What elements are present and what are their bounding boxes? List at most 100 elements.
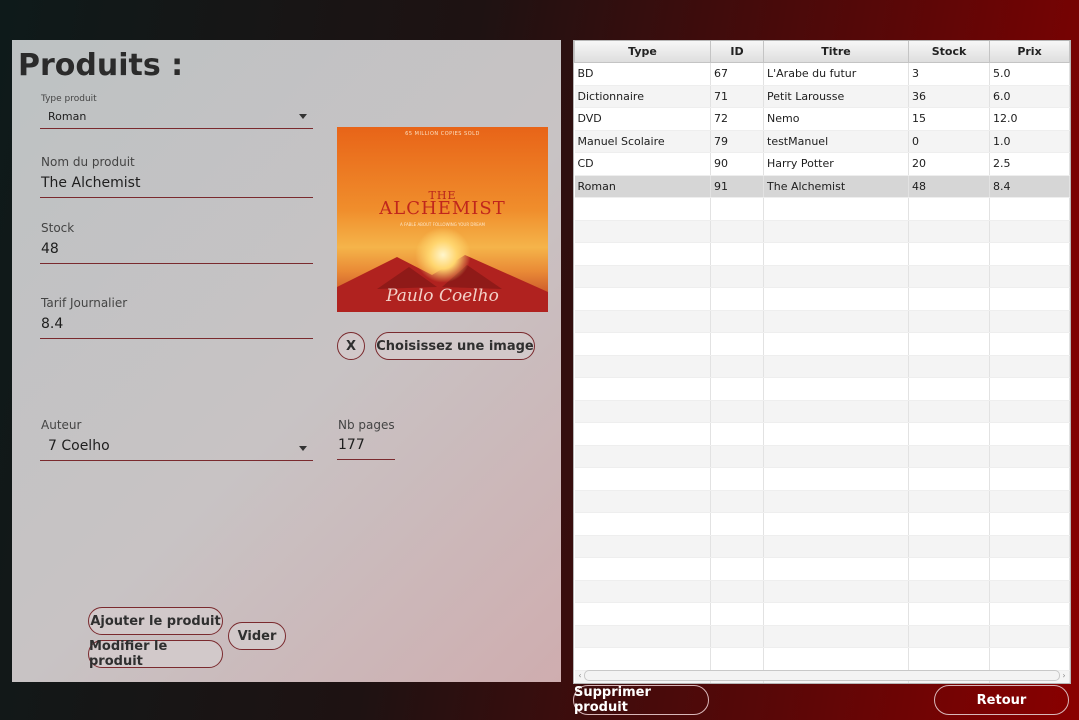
table-cell: 15 xyxy=(908,107,990,131)
table-cell: 0 xyxy=(908,130,990,153)
table-cell xyxy=(574,445,711,468)
table-cell xyxy=(710,467,764,491)
column-header-id[interactable]: ID xyxy=(710,41,764,63)
table-cell xyxy=(710,490,764,513)
type-label: Type produit xyxy=(41,94,97,104)
add-product-button[interactable]: Ajouter le produit xyxy=(88,607,223,635)
table-cell xyxy=(989,220,1070,243)
table-cell: 67 xyxy=(710,62,764,86)
table-cell: 2.5 xyxy=(989,152,1070,176)
column-header-prix[interactable]: Prix xyxy=(989,41,1070,63)
table-cell xyxy=(908,422,990,446)
table-cell xyxy=(574,625,711,648)
delete-product-button[interactable]: Supprimer produit xyxy=(573,685,709,715)
cover-title-text: ALCHEMIST xyxy=(379,198,506,219)
stock-value: 48 xyxy=(41,241,59,257)
table-cell xyxy=(908,400,990,423)
table-row[interactable]: Manuel Scolaire 79 testManuel 0 1.0 xyxy=(574,130,1070,153)
back-button[interactable]: Retour xyxy=(934,685,1069,715)
table-cell xyxy=(710,647,764,671)
table-cell xyxy=(908,332,990,356)
tarif-field[interactable]: 8.4 xyxy=(40,311,313,339)
table-cell xyxy=(710,287,764,311)
name-label: Nom du produit xyxy=(41,155,135,169)
table-cell xyxy=(710,377,764,401)
table-cell xyxy=(763,310,909,333)
table-cell xyxy=(574,400,711,423)
table-cell: 3 xyxy=(908,62,990,86)
table-cell xyxy=(710,557,764,581)
table-row-empty xyxy=(574,287,1070,311)
table-row[interactable]: BD 67 L'Arabe du futur 3 5.0 xyxy=(574,62,1070,86)
table-cell xyxy=(574,422,711,446)
table-cell xyxy=(989,377,1070,401)
table-cell xyxy=(574,310,711,333)
clear-image-button[interactable]: X xyxy=(337,332,365,360)
type-value: Roman xyxy=(48,110,87,123)
table-cell xyxy=(908,602,990,626)
table-cell xyxy=(763,535,909,558)
table-row[interactable]: Dictionnaire 71 Petit Larousse 36 6.0 xyxy=(574,85,1070,108)
table-cell: 36 xyxy=(908,85,990,108)
table-cell: testManuel xyxy=(763,130,909,153)
table-cell xyxy=(574,220,711,243)
table-body: BD 67 L'Arabe du futur 3 5.0 Dictionnaire 71 Pe… xyxy=(574,62,1070,683)
table-cell xyxy=(574,467,711,491)
table-cell xyxy=(908,467,990,491)
table-cell xyxy=(763,602,909,626)
products-table[interactable]: Type ID Titre Stock Prix BD 67 L'Arabe du … xyxy=(573,40,1071,684)
modify-product-button[interactable]: Modifier le produit xyxy=(88,639,223,669)
table-row[interactable]: CD 90 Harry Potter 20 2.5 xyxy=(574,152,1070,176)
stock-field[interactable]: 48 xyxy=(40,236,313,264)
table-cell: Nemo xyxy=(763,107,909,131)
table-cell xyxy=(763,242,909,266)
table-row-empty xyxy=(574,625,1070,648)
table-cell xyxy=(574,242,711,266)
table-cell xyxy=(989,445,1070,468)
table-cell: The Alchemist xyxy=(763,175,909,198)
table-cell xyxy=(989,242,1070,266)
table-cell xyxy=(710,602,764,626)
table-cell: Dictionnaire xyxy=(574,85,711,108)
table-cell: L'Arabe du futur xyxy=(763,62,909,86)
scroll-left-icon[interactable]: ‹ xyxy=(576,671,584,681)
table-cell xyxy=(763,467,909,491)
table-cell xyxy=(574,490,711,513)
table-cell xyxy=(908,265,990,288)
table-cell xyxy=(908,242,990,266)
table-cell xyxy=(574,265,711,288)
table-cell xyxy=(763,197,909,221)
auteur-select[interactable]: 7 Coelho xyxy=(40,433,313,461)
table-cell: 91 xyxy=(710,175,764,198)
chevron-down-icon xyxy=(299,114,307,119)
table-row[interactable]: Roman 91 The Alchemist 48 8.4 xyxy=(574,175,1070,198)
table-cell xyxy=(763,265,909,288)
table-cell xyxy=(710,535,764,558)
horizontal-scrollbar[interactable] xyxy=(584,670,1060,681)
table-cell xyxy=(710,445,764,468)
table-row-empty xyxy=(574,512,1070,536)
table-cell: 8.4 xyxy=(989,175,1070,198)
choose-image-button[interactable]: Choisissez une image xyxy=(375,332,535,360)
table-cell xyxy=(908,512,990,536)
scroll-right-icon[interactable]: › xyxy=(1060,671,1068,681)
stock-label: Stock xyxy=(41,221,75,235)
column-header-type[interactable]: Type xyxy=(574,41,711,63)
table-cell xyxy=(989,400,1070,423)
column-header-stock[interactable]: Stock xyxy=(908,41,990,63)
table-row-empty xyxy=(574,377,1070,401)
name-field[interactable]: The Alchemist xyxy=(40,170,313,198)
table-cell xyxy=(908,625,990,648)
pages-field[interactable]: 177 xyxy=(337,433,395,460)
table-row-empty xyxy=(574,220,1070,243)
column-header-titre[interactable]: Titre xyxy=(763,41,909,63)
table-cell xyxy=(710,625,764,648)
table-cell: 6.0 xyxy=(989,85,1070,108)
table-cell xyxy=(908,377,990,401)
table-cell xyxy=(989,265,1070,288)
type-select[interactable]: Roman xyxy=(40,106,313,129)
table-row[interactable]: DVD 72 Nemo 15 12.0 xyxy=(574,107,1070,131)
product-cover-image: 65 MILLION COPIES SOLD THE ALCHEMIST A F… xyxy=(337,127,548,312)
empty-button[interactable]: Vider xyxy=(228,622,286,650)
table-cell xyxy=(763,445,909,468)
